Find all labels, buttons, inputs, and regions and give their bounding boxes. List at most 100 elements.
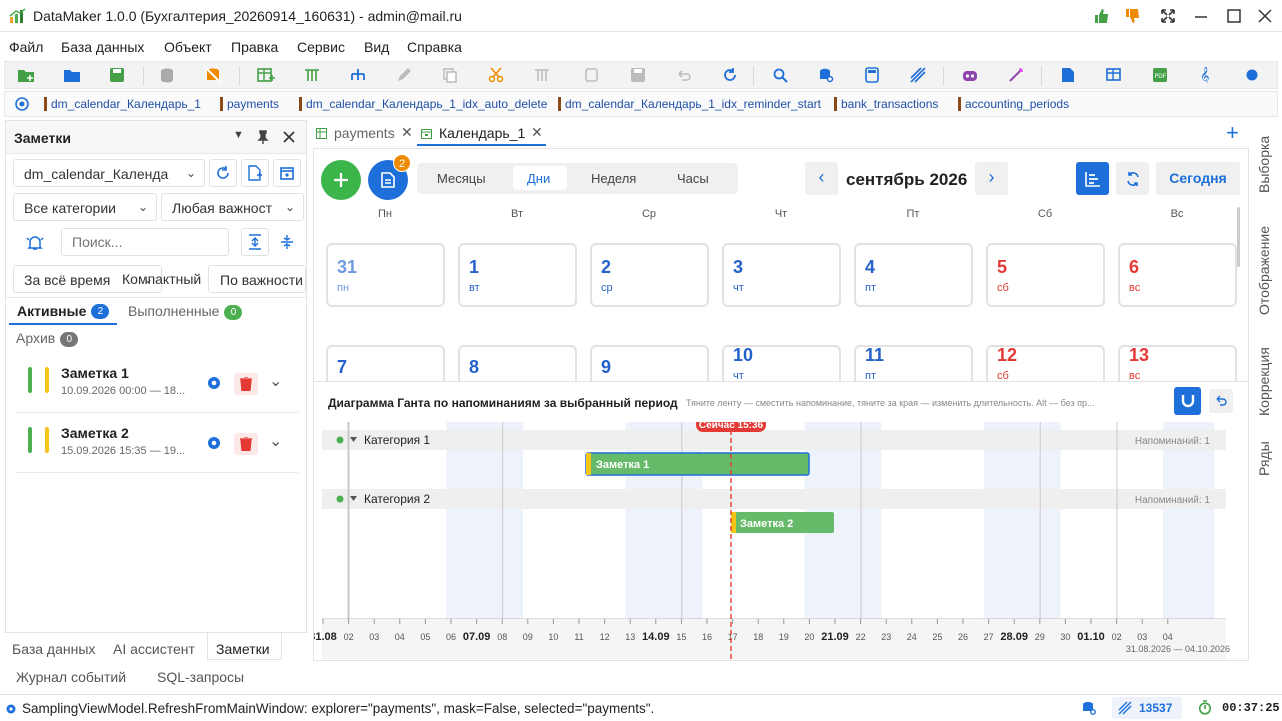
reset-button[interactable] <box>1209 389 1233 413</box>
note-item[interactable]: Заметка 1 10.09.2026 00:00 — 18... ⌄ <box>16 355 298 413</box>
add-tab-icon[interactable]: + <box>1226 120 1239 146</box>
gantt-canvas[interactable]: Категория 1 Напоминаний: 1 Категория 2 Напо… <box>314 422 1249 661</box>
close-tab-icon[interactable]: ✕ <box>401 124 413 141</box>
tab-notes[interactable]: Заметки <box>207 633 282 660</box>
search-refresh-icon[interactable] <box>769 64 791 86</box>
menu-help[interactable]: Справка <box>407 39 462 55</box>
thumbs-down-icon[interactable] <box>1124 8 1140 24</box>
stripes-icon[interactable] <box>907 64 929 86</box>
pdf-icon[interactable]: PDF <box>1149 64 1171 86</box>
database-off-icon[interactable] <box>202 64 224 86</box>
new-folder-icon[interactable] <box>15 64 37 86</box>
open-object-4[interactable]: dm_calendar_Календарь_1_idx_reminder_sta… <box>558 97 821 111</box>
table-settings-icon[interactable] <box>1103 64 1125 86</box>
menu-service[interactable]: Сервис <box>297 39 345 55</box>
minimize-icon[interactable] <box>1193 8 1209 24</box>
close-panel-icon[interactable] <box>282 130 296 144</box>
open-folder-icon[interactable] <box>61 64 83 86</box>
side-tab-correction[interactable]: Коррекция <box>1256 338 1272 416</box>
chevron-down-icon[interactable]: ⌄ <box>269 431 282 451</box>
edit-doc-icon[interactable] <box>581 64 603 86</box>
menu-view[interactable]: Вид <box>364 39 389 55</box>
gear-icon[interactable] <box>205 434 223 452</box>
sort-select[interactable]: По важности <box>208 265 306 293</box>
add-note-button[interactable] <box>321 160 361 200</box>
close-window-icon[interactable] <box>1257 8 1273 24</box>
db-search-icon[interactable] <box>1082 701 1096 715</box>
importance-filter[interactable]: Любая важност ⌄ <box>161 193 304 221</box>
open-object-2[interactable]: payments <box>220 97 279 111</box>
day-cell[interactable]: 4 пт <box>854 243 973 307</box>
refresh-icon[interactable] <box>719 64 741 86</box>
prev-period-button[interactable]: ‹ <box>805 162 838 195</box>
tab-done-notes[interactable]: Выполненные 0 <box>128 303 243 320</box>
tab-event-log[interactable]: Журнал событий <box>16 669 126 685</box>
today-button[interactable]: Сегодня <box>1156 162 1240 195</box>
tab-ai-assistant[interactable]: AI ассистент <box>113 641 195 657</box>
mode-days-active[interactable]: Дни <box>513 166 567 190</box>
chevron-down-icon[interactable]: ⌄ <box>269 371 282 391</box>
day-cell[interactable]: 3 чт <box>722 243 841 307</box>
treble-clef-icon[interactable]: 𝄞 <box>1195 64 1217 86</box>
open-object-6[interactable]: accounting_periods <box>958 97 1069 111</box>
tab-sql-queries[interactable]: SQL-запросы <box>157 669 244 685</box>
calculator-icon[interactable] <box>861 64 883 86</box>
open-object-1[interactable]: dm_calendar_Календарь_1 <box>44 97 201 111</box>
sync-button[interactable] <box>1116 162 1149 195</box>
tree-icon[interactable] <box>347 64 369 86</box>
open-object-5[interactable]: bank_transactions <box>834 97 938 111</box>
db-search-icon[interactable] <box>815 64 837 86</box>
gantt-toggle-button[interactable] <box>1076 162 1109 195</box>
side-tab-series[interactable]: Ряды <box>1256 440 1272 476</box>
day-cell[interactable]: 6 вс <box>1118 243 1237 307</box>
maximize-icon[interactable] <box>1226 8 1242 24</box>
category-filter[interactable]: Все категории ⌄ <box>13 193 157 221</box>
notes-search-input[interactable] <box>61 228 229 256</box>
mode-months[interactable]: Месяцы <box>437 171 486 186</box>
day-cell[interactable]: 31 пн <box>326 243 445 307</box>
side-tab-selection[interactable]: Выборка <box>1256 128 1272 193</box>
collapse-all-button[interactable] <box>273 228 301 256</box>
refresh-notes-button[interactable] <box>209 159 237 187</box>
database-icon[interactable] <box>156 64 178 86</box>
remove-column-icon[interactable] <box>531 64 553 86</box>
add-table-icon[interactable] <box>255 64 277 86</box>
calendar-star-button[interactable] <box>273 159 301 187</box>
open-object-3[interactable]: dm_calendar_Календарь_1_idx_auto_delete <box>299 97 547 111</box>
mode-week[interactable]: Неделя <box>591 171 636 186</box>
save-disabled-icon[interactable] <box>627 64 649 86</box>
mode-hours[interactable]: Часы <box>677 171 709 186</box>
side-tab-display[interactable]: Отображение <box>1256 220 1272 315</box>
delete-note-button[interactable] <box>234 433 258 455</box>
scissors-icon[interactable] <box>485 64 507 86</box>
document-icon[interactable] <box>1057 64 1079 86</box>
doc-tab-calendar[interactable]: Календарь_1 ✕ <box>417 122 546 146</box>
note-item[interactable]: Заметка 2 15.09.2026 15:35 — 19... ⌄ <box>16 415 298 473</box>
panel-menu-icon[interactable]: ▼ <box>233 129 244 141</box>
tab-active-notes[interactable]: Активные 2 <box>9 301 118 325</box>
record-icon[interactable] <box>1241 64 1263 86</box>
expand-all-button[interactable] <box>241 228 269 256</box>
gear-icon[interactable] <box>205 374 223 392</box>
thumbs-up-icon[interactable] <box>1093 8 1109 24</box>
target-icon[interactable] <box>14 96 30 112</box>
menu-edit[interactable]: Правка <box>231 39 278 55</box>
calendar-scrollbar[interactable] <box>1237 207 1240 267</box>
copy-icon[interactable] <box>439 64 461 86</box>
delete-note-button[interactable] <box>234 373 258 395</box>
magic-wand-icon[interactable] <box>1005 64 1027 86</box>
expand-icon[interactable] <box>1160 8 1176 24</box>
save-icon[interactable] <box>106 64 128 86</box>
menu-file[interactable]: Файл <box>9 39 43 55</box>
pin-icon[interactable] <box>256 130 270 144</box>
menu-database[interactable]: База данных <box>61 39 144 55</box>
day-cell[interactable]: 1 вт <box>458 243 577 307</box>
tab-database[interactable]: База данных <box>12 641 95 657</box>
robot-icon[interactable] <box>959 64 981 86</box>
notes-source-select[interactable]: dm_calendar_Календа ⌄ <box>13 159 205 187</box>
day-cell[interactable]: 5 сб <box>986 243 1105 307</box>
view-mode-select[interactable]: Компактный <box>111 265 206 293</box>
next-period-button[interactable]: › <box>975 162 1008 195</box>
pencil-icon[interactable] <box>393 64 415 86</box>
day-cell[interactable]: 2 ср <box>590 243 709 307</box>
